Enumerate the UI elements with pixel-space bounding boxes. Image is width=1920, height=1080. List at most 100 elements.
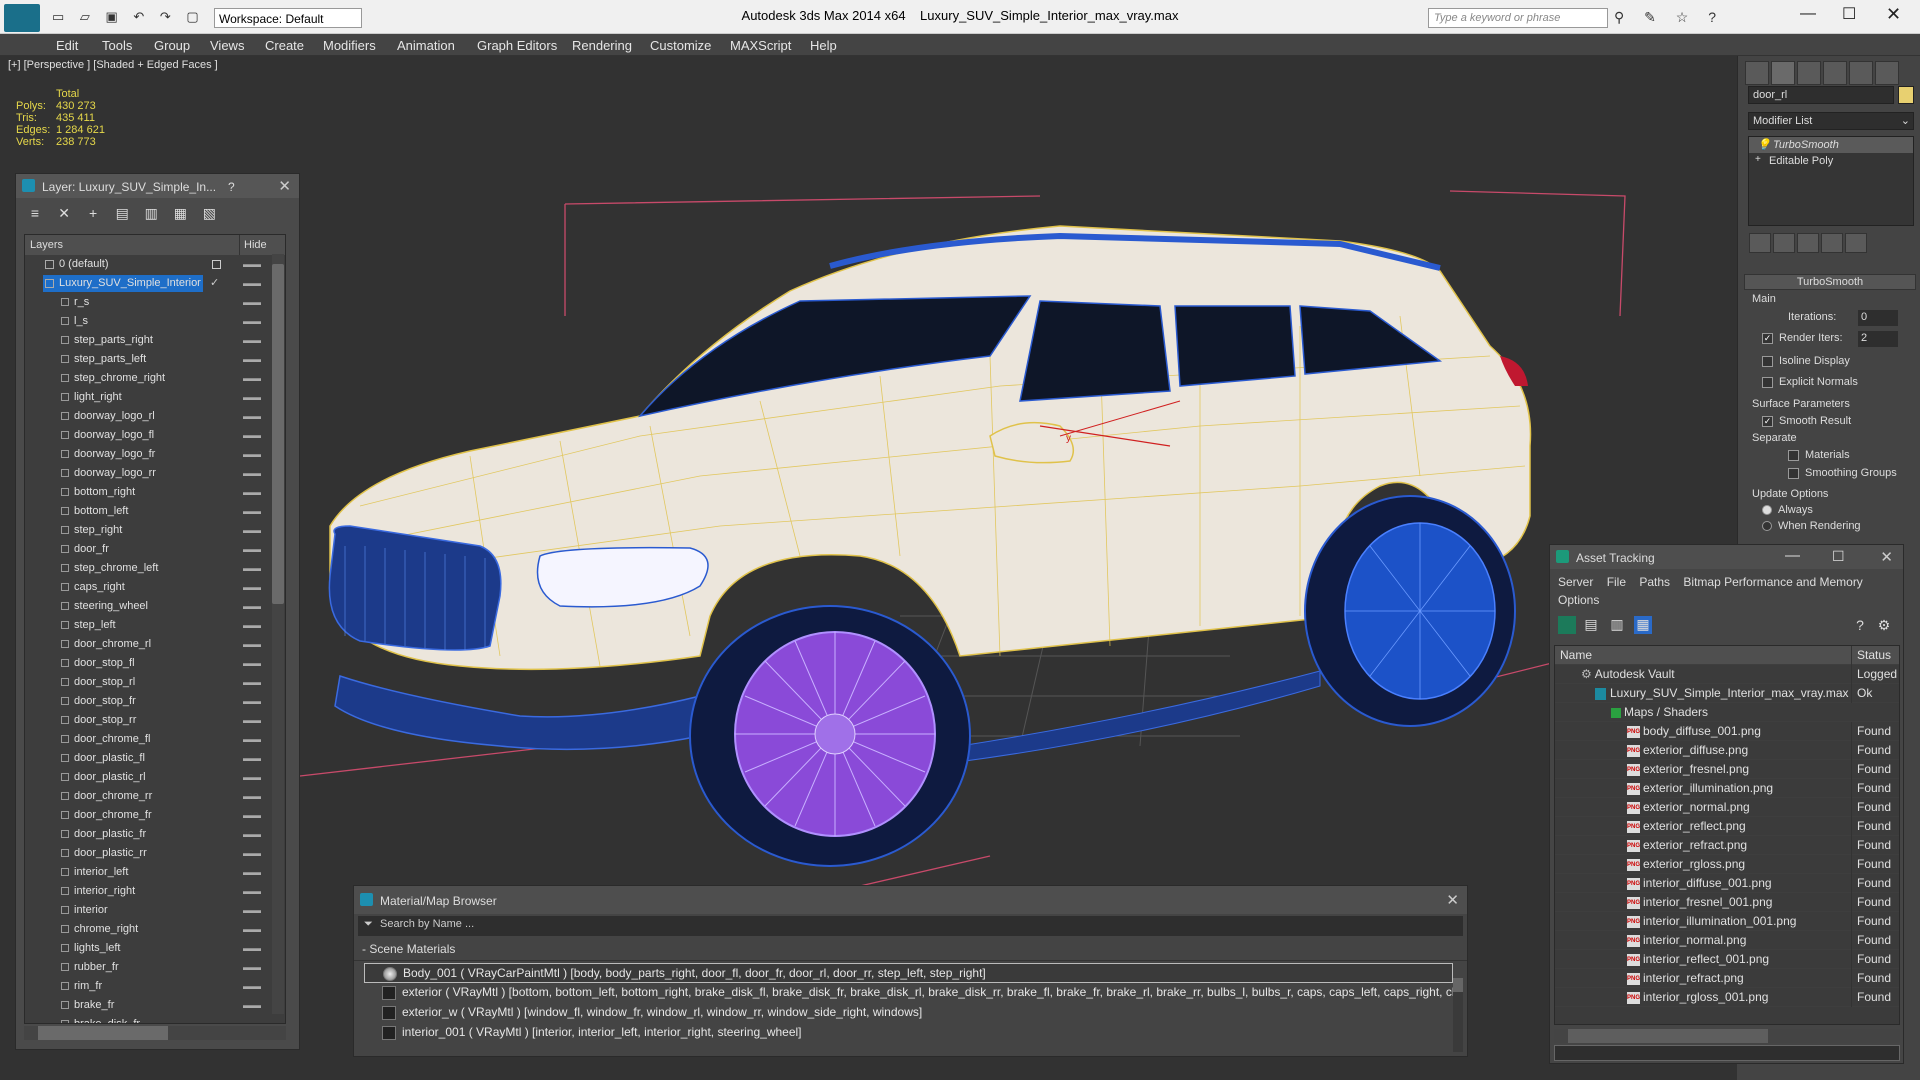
asset-map-row[interactable]: PNG exterior_reflect.png Found (1555, 817, 1899, 836)
layer-item[interactable]: door_stop_fr ▬▬ (25, 692, 285, 711)
layer-hscrollbar[interactable] (24, 1026, 286, 1040)
matbrowser-titlebar[interactable]: Material/Map Browser ✕ (354, 886, 1467, 914)
modify-tab-icon[interactable] (1771, 61, 1795, 85)
modifier-list-dropdown[interactable]: Modifier List ⌄ (1748, 112, 1914, 130)
layer-item[interactable]: lights_left ▬▬ (25, 939, 285, 958)
layer-item[interactable]: door_chrome_rl ▬▬ (25, 635, 285, 654)
layer-item[interactable]: step_chrome_right ▬▬ (25, 369, 285, 388)
delete-layer-icon[interactable]: ✕ (55, 205, 73, 223)
layer-item[interactable]: door_stop_rr ▬▬ (25, 711, 285, 730)
layer-item[interactable]: door_plastic_rl ▬▬ (25, 768, 285, 787)
explicit-normals-checkbox[interactable] (1762, 376, 1773, 388)
hide-toggle[interactable]: ▬▬ (243, 1015, 261, 1023)
col-name[interactable]: Name (1560, 648, 1592, 662)
object-name-field[interactable]: door_rl (1748, 86, 1894, 104)
layer-item[interactable]: door_chrome_fl ▬▬ (25, 730, 285, 749)
add-layer-icon[interactable]: + (84, 205, 102, 223)
asset-close-button[interactable]: ✕ (1880, 548, 1893, 566)
menu-group[interactable]: Group (154, 38, 190, 53)
hide-toggle[interactable]: ▬▬ (243, 635, 261, 654)
asset-map-row[interactable]: PNG exterior_normal.png Found (1555, 798, 1899, 817)
scene-materials-header[interactable]: - Scene Materials (354, 938, 1467, 961)
layer-item[interactable]: brake_fr ▬▬ (25, 996, 285, 1015)
col-layers[interactable]: Layers (30, 239, 63, 251)
material-row-body[interactable]: Body_001 ( VRayCarPaintMtl ) [body, body… (364, 963, 1453, 983)
layer-item[interactable]: door_plastic_fr ▬▬ (25, 825, 285, 844)
hide-toggle[interactable]: ▬▬ (243, 540, 261, 559)
utilities-tab-icon[interactable] (1875, 61, 1899, 85)
asset-map-row[interactable]: PNG exterior_refract.png Found (1555, 836, 1899, 855)
layer-item[interactable]: caps_right ▬▬ (25, 578, 285, 597)
close-button[interactable]: ✕ (1886, 4, 1901, 25)
layer-selected[interactable]: Luxury_SUV_Simple_Interior ✓ ▬▬ (25, 274, 285, 293)
menu-modifiers[interactable]: Modifiers (323, 38, 376, 53)
asset-map-row[interactable]: PNG interior_fresnel_001.png Found (1555, 893, 1899, 912)
highlight-layer-icon[interactable]: ▥ (142, 205, 160, 223)
asset-path-field[interactable] (1554, 1045, 1900, 1061)
material-row-exterior-w[interactable]: exterior_w ( VRayMtl ) [window_fl, windo… (364, 1003, 1453, 1023)
asset-map-row[interactable]: PNG exterior_diffuse.png Found (1555, 741, 1899, 760)
materials-checkbox[interactable] (1788, 449, 1799, 461)
matbrowser-close-button[interactable]: ✕ (1446, 891, 1459, 909)
hide-toggle[interactable]: ▬▬ (243, 882, 261, 901)
hide-toggle[interactable]: ▬▬ (243, 825, 261, 844)
help-icon[interactable]: ? (1851, 617, 1869, 635)
layer-item[interactable]: step_left ▬▬ (25, 616, 285, 635)
hide-toggle[interactable]: ▬▬ (243, 711, 261, 730)
layer-item[interactable]: bottom_right ▬▬ (25, 483, 285, 502)
menu-rendering[interactable]: Rendering (572, 38, 632, 53)
hide-toggle[interactable]: ▬▬ (243, 407, 261, 426)
hide-toggle[interactable]: ▬▬ (243, 464, 261, 483)
asset-map-row[interactable]: PNG interior_reflect_001.png Found (1555, 950, 1899, 969)
menu-edit[interactable]: Edit (56, 38, 78, 53)
hide-toggle[interactable]: ▬▬ (243, 559, 261, 578)
layer-item[interactable]: door_plastic_fl ▬▬ (25, 749, 285, 768)
hide-toggle[interactable]: ▬▬ (243, 844, 261, 863)
hide-toggle[interactable]: ▬▬ (243, 388, 261, 407)
hide-toggle[interactable]: ▬▬ (243, 939, 261, 958)
help-button[interactable]: ? (228, 180, 235, 194)
smooth-result-checkbox[interactable]: ✓ (1762, 415, 1773, 427)
layer-item[interactable]: doorway_logo_fl ▬▬ (25, 426, 285, 445)
menu-views[interactable]: Views (210, 38, 244, 53)
hide-toggle[interactable]: ▬▬ (243, 578, 261, 597)
menu-help[interactable]: Help (810, 38, 837, 53)
hide-toggle[interactable]: ▬▬ (243, 787, 261, 806)
minimize-button[interactable]: — (1800, 5, 1816, 23)
turbosmooth-rollout-header[interactable]: TurboSmooth (1744, 274, 1916, 290)
hide-toggle[interactable]: ▬▬ (243, 502, 261, 521)
hide-toggle[interactable]: ▬▬ (243, 977, 261, 996)
asset-map-row[interactable]: PNG interior_illumination_001.png Found (1555, 912, 1899, 931)
asset-maximize-button[interactable]: ☐ (1832, 548, 1845, 565)
asset-menu-file[interactable]: File (1607, 575, 1626, 589)
make-unique-icon[interactable] (1797, 233, 1819, 253)
app-logo-button[interactable] (4, 4, 40, 32)
search-input[interactable]: Type a keyword or phrase (1428, 8, 1608, 28)
refresh-icon[interactable] (1558, 616, 1576, 634)
layer-item[interactable]: door_chrome_fr ▬▬ (25, 806, 285, 825)
render-iters-spinner[interactable]: 2 (1858, 331, 1898, 347)
layer-item[interactable]: door_plastic_rr ▬▬ (25, 844, 285, 863)
layer-window-titlebar[interactable]: Layer: Luxury_SUV_Simple_In... ? ✕ (16, 174, 299, 198)
layer-item[interactable]: step_parts_right ▬▬ (25, 331, 285, 350)
asset-menu-bitmap[interactable]: Bitmap Performance and Memory (1683, 575, 1862, 589)
pin-stack-icon[interactable] (1749, 233, 1771, 253)
layer-item[interactable]: steering_wheel ▬▬ (25, 597, 285, 616)
display-tab-icon[interactable] (1849, 61, 1873, 85)
layer-item[interactable]: step_parts_left ▬▬ (25, 350, 285, 369)
layer-item[interactable]: r_s ▬▬ (25, 293, 285, 312)
layer-scrollbar[interactable] (272, 254, 284, 1014)
hide-toggle[interactable]: ▬▬ (243, 521, 261, 540)
hide-toggle[interactable]: ▬▬ (243, 958, 261, 977)
layer-item[interactable]: chrome_right ▬▬ (25, 920, 285, 939)
layer-item[interactable]: rim_fr ▬▬ (25, 977, 285, 996)
hide-toggle[interactable]: ▬▬ (243, 331, 261, 350)
object-color-swatch[interactable] (1898, 86, 1914, 104)
hide-toggle[interactable]: ▬▬ (243, 426, 261, 445)
menu-graph-editors[interactable]: Graph Editors (477, 38, 557, 53)
asset-maps-row[interactable]: Maps / Shaders (1555, 703, 1899, 722)
layer-item[interactable]: door_stop_rl ▬▬ (25, 673, 285, 692)
hide-toggle[interactable]: ▬▬ (243, 749, 261, 768)
hide-toggle[interactable]: ▬▬ (243, 768, 261, 787)
remove-modifier-icon[interactable] (1821, 233, 1843, 253)
